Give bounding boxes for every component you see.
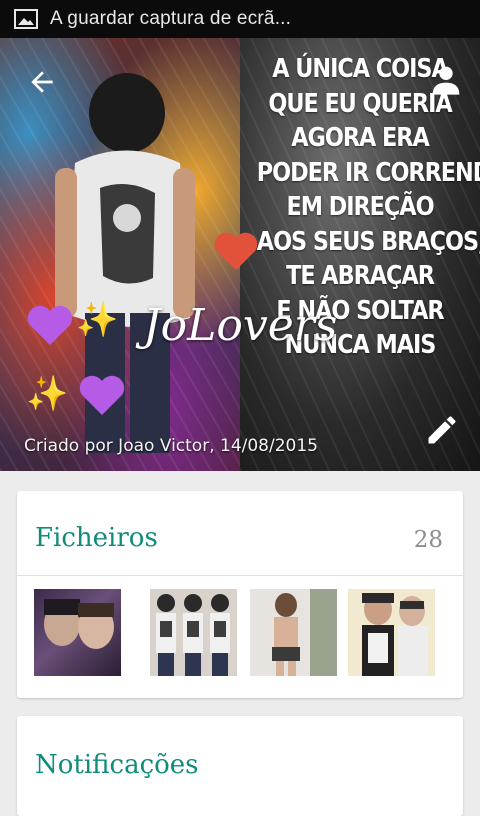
- pencil-icon[interactable]: [424, 412, 460, 448]
- quote-line: AGORA ERA: [291, 123, 430, 153]
- notifications-card[interactable]: Notificações: [17, 716, 463, 816]
- thumbnail-image: [156, 594, 230, 676]
- status-text: A guardar captura de ecrã...: [50, 8, 292, 29]
- arrow-back-icon[interactable]: [26, 66, 58, 98]
- image-icon: [14, 9, 38, 29]
- thumbnail-image: [272, 589, 337, 676]
- file-thumbnail[interactable]: [250, 589, 337, 676]
- quote-line: AOS SEUS BRAÇOS,: [256, 226, 480, 257]
- group-name: JoLovers: [143, 300, 338, 351]
- quote-line: EM DIREÇÃO: [286, 192, 434, 222]
- created-by-text: Criado por Joao Victor, 14/08/2015: [24, 436, 318, 456]
- sparkles-icon: ✨: [26, 374, 69, 414]
- files-title: Ficheiros: [35, 523, 158, 553]
- heart-icon: [214, 232, 258, 271]
- thumbnail-image: [44, 599, 114, 649]
- file-thumbnail[interactable]: [34, 589, 121, 676]
- sparkles-icon: ✨: [76, 300, 119, 340]
- files-header[interactable]: Ficheiros 28: [17, 491, 463, 576]
- quote-line: PODER IR CORRENDO: [256, 157, 480, 188]
- status-bar: A guardar captura de ecrã...: [0, 0, 480, 38]
- purple-heart-icon: [79, 375, 125, 415]
- person-icon[interactable]: [430, 62, 462, 98]
- file-thumbnail[interactable]: [348, 589, 435, 676]
- purple-heart-icon: [27, 305, 73, 345]
- quote-line: TE ABRAÇAR: [286, 261, 435, 291]
- files-count: 28: [413, 527, 443, 553]
- files-thumbnails: [34, 589, 446, 676]
- group-header: A ÚNICA COISA QUE EU QUERIA AGORA ERA PO…: [0, 38, 480, 471]
- files-card[interactable]: Ficheiros 28: [17, 491, 463, 698]
- file-thumbnail[interactable]: [150, 589, 237, 676]
- notifications-title: Notificações: [35, 750, 199, 780]
- thumbnail-image: [362, 593, 428, 676]
